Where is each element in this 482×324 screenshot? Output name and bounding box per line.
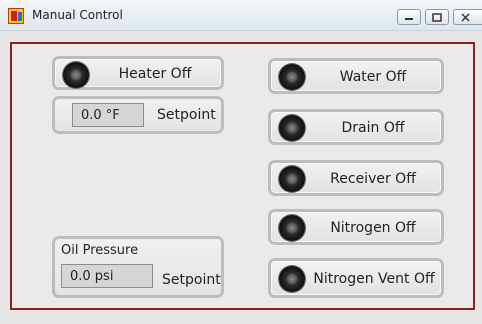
window-title: Manual Control bbox=[32, 8, 123, 22]
heater-button-label: Heater Off bbox=[118, 66, 192, 82]
close-icon bbox=[461, 13, 470, 22]
heater-temp-field[interactable]: 0.0 °F bbox=[72, 103, 144, 127]
minimize-button[interactable] bbox=[397, 9, 421, 25]
app-icon bbox=[8, 8, 24, 24]
water-button-label: Water Off bbox=[339, 69, 407, 85]
nitrogen-vent-toggle-button[interactable]: Nitrogen Vent Off bbox=[268, 258, 444, 298]
heater-toggle-button[interactable]: Heater Off bbox=[52, 56, 224, 90]
heater-setpoint-panel: 0.0 °F Setpoint bbox=[52, 96, 224, 134]
restore-button[interactable] bbox=[425, 9, 449, 25]
nitrogen-vent-status-lamp bbox=[279, 266, 305, 292]
nitrogen-vent-button-label: Nitrogen Vent Off bbox=[313, 271, 435, 287]
nitrogen-status-lamp bbox=[279, 215, 305, 241]
title-bar: Manual Control bbox=[0, 0, 482, 31]
receiver-status-lamp bbox=[279, 166, 305, 192]
oil-pressure-panel: Oil Pressure 0.0 psi Setpoint bbox=[52, 236, 224, 298]
drain-status-lamp bbox=[279, 115, 305, 141]
receiver-button-label: Receiver Off bbox=[330, 171, 416, 187]
client-area: Heater Off 0.0 °F Setpoint Oil Pressure … bbox=[0, 31, 482, 324]
oil-pressure-field[interactable]: 0.0 psi bbox=[61, 264, 153, 288]
heater-setpoint-label: Setpoint bbox=[157, 107, 216, 123]
oil-setpoint-label: Setpoint bbox=[162, 272, 221, 288]
water-toggle-button[interactable]: Water Off bbox=[268, 58, 444, 94]
drain-toggle-button[interactable]: Drain Off bbox=[268, 109, 444, 145]
manual-control-frame: Heater Off 0.0 °F Setpoint Oil Pressure … bbox=[10, 42, 475, 310]
restore-icon bbox=[432, 13, 442, 22]
oil-pressure-title: Oil Pressure bbox=[61, 243, 139, 258]
minimize-icon bbox=[405, 18, 413, 20]
water-status-lamp bbox=[279, 64, 305, 90]
nitrogen-toggle-button[interactable]: Nitrogen Off bbox=[268, 209, 444, 245]
nitrogen-button-label: Nitrogen Off bbox=[330, 220, 416, 236]
receiver-toggle-button[interactable]: Receiver Off bbox=[268, 160, 444, 196]
drain-button-label: Drain Off bbox=[341, 120, 405, 136]
close-button[interactable] bbox=[453, 9, 482, 25]
heater-status-lamp bbox=[63, 62, 89, 88]
